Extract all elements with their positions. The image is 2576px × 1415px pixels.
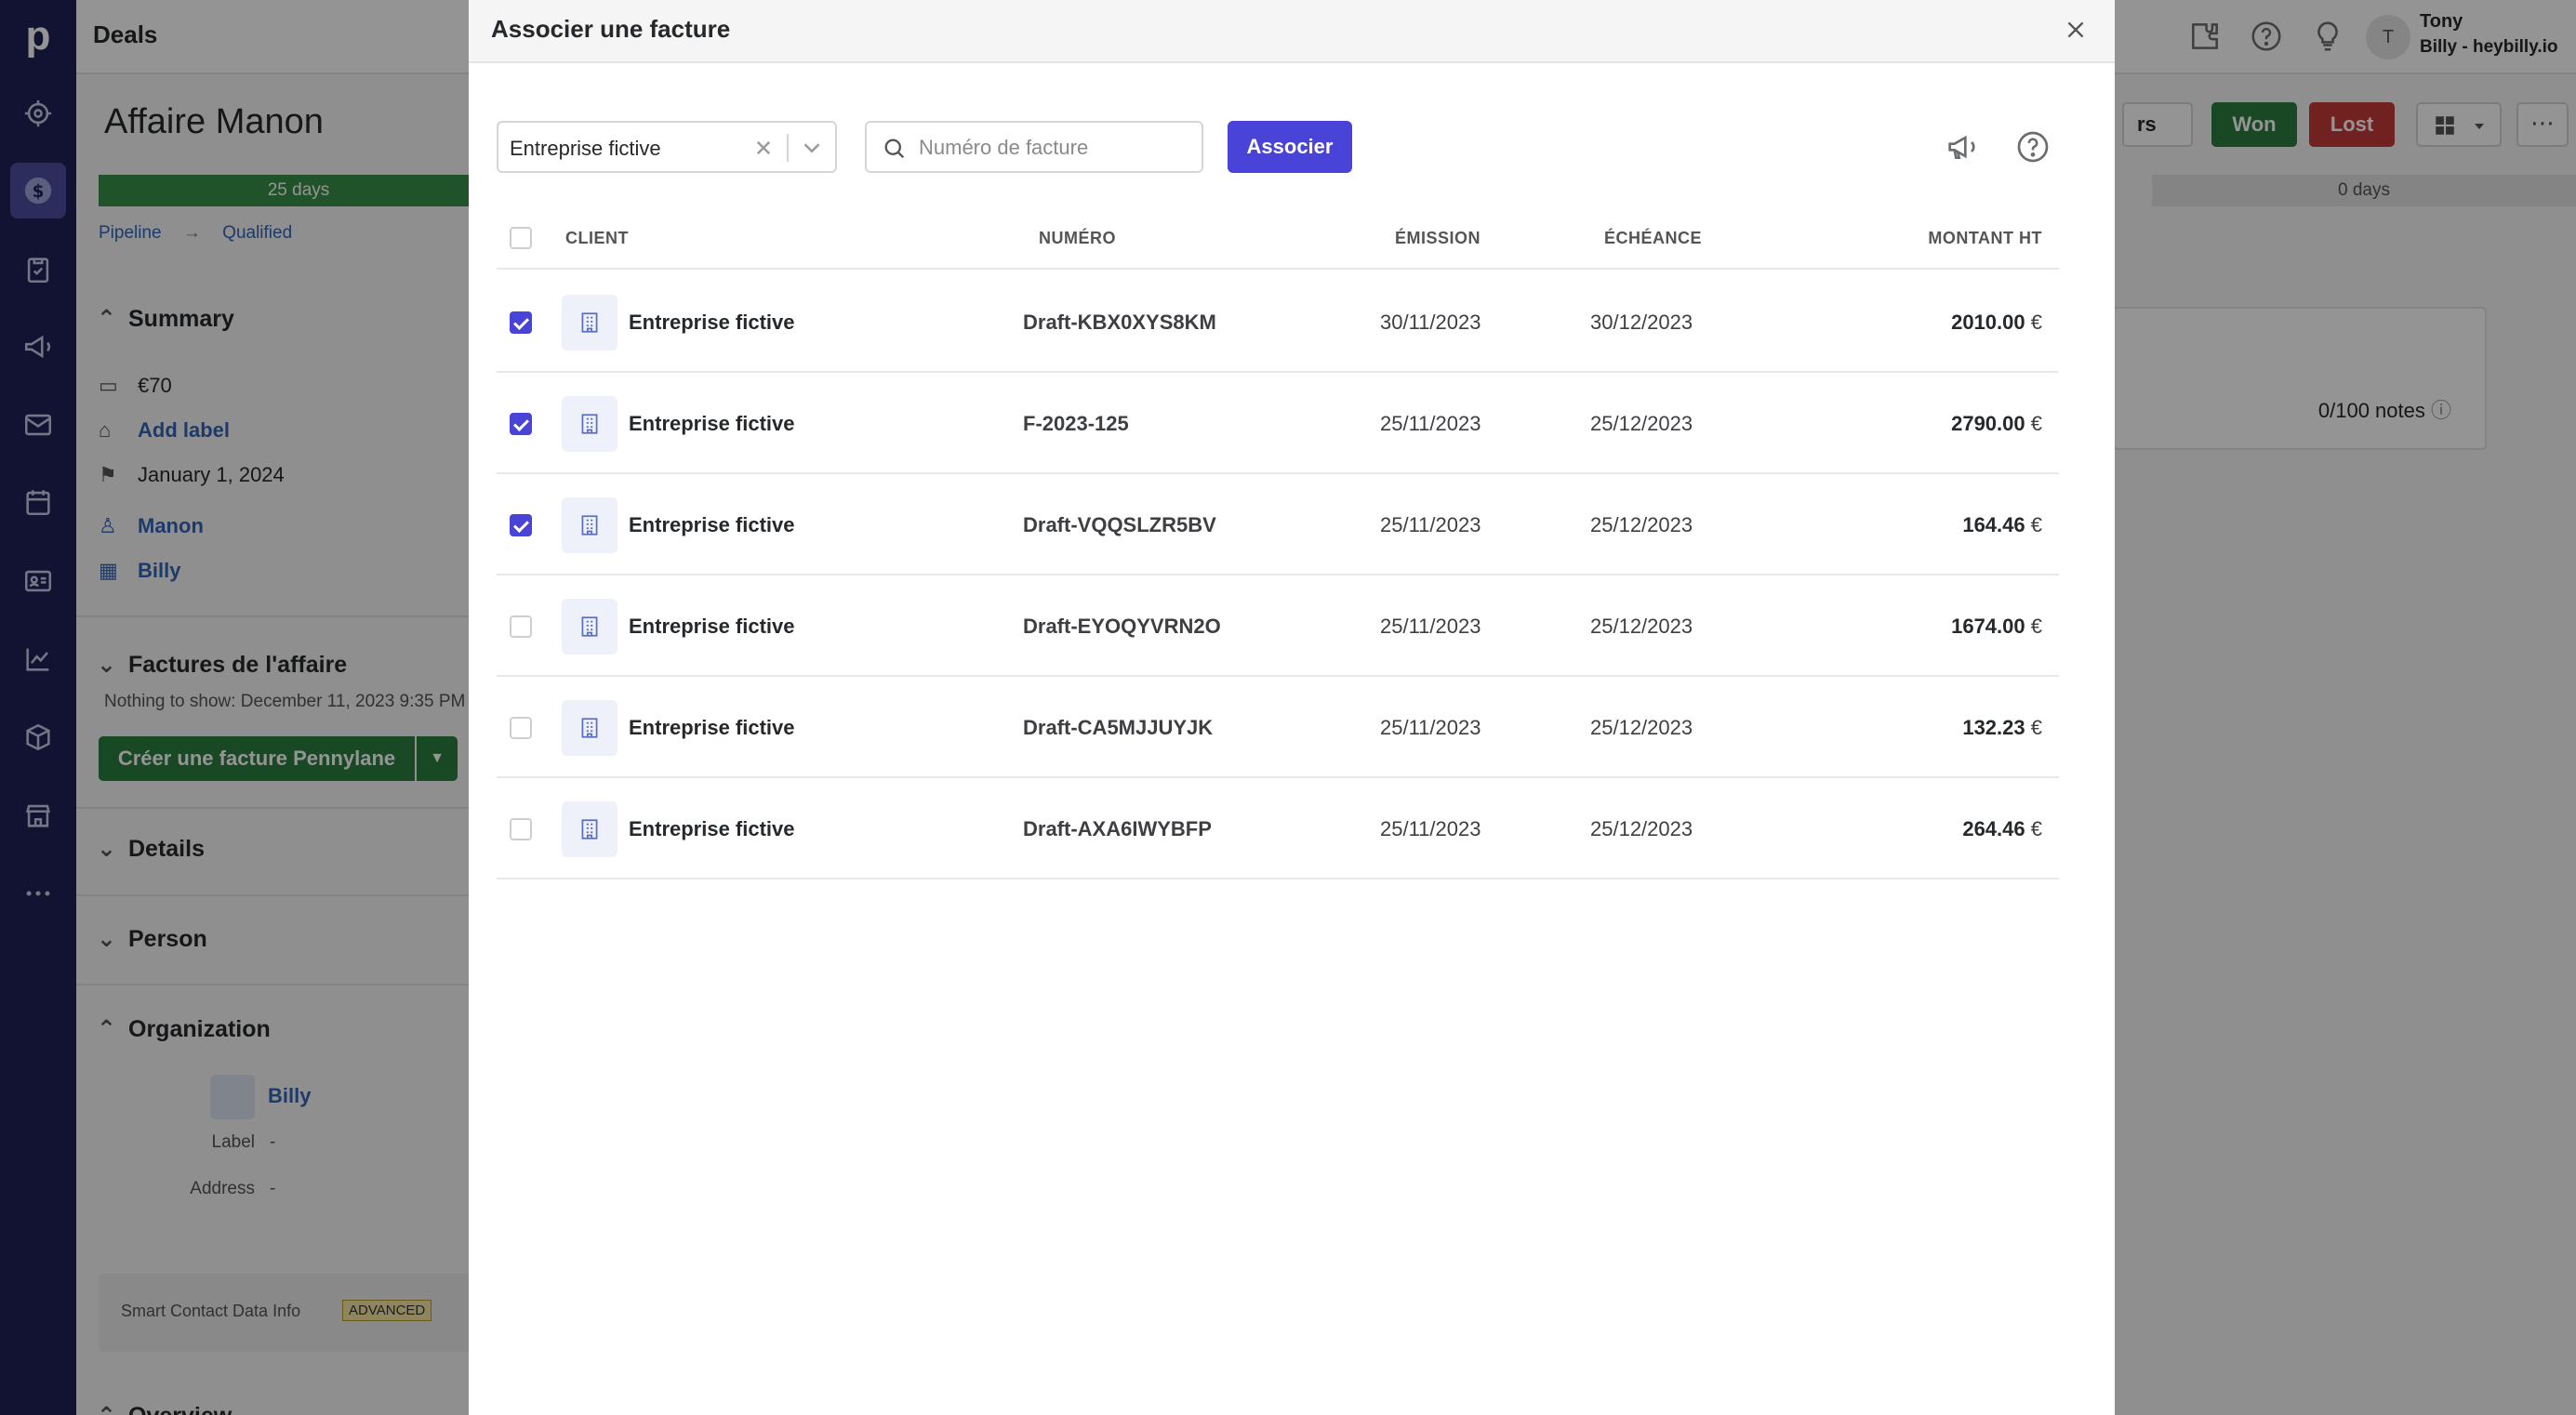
- table-header: CLIENT NUMÉRO ÉMISSION ÉCHÉANCE MONTANT …: [497, 214, 2059, 270]
- row-numero: Draft-AXA6IWYBFP: [1023, 817, 1212, 840]
- row-emission: 25/11/2023: [1380, 615, 1481, 638]
- table-row[interactable]: Entreprise fictive Draft-AXA6IWYBFP 25/1…: [497, 778, 2059, 879]
- row-echeance: 25/12/2023: [1590, 817, 1693, 840]
- modal-header: Associer une facture: [469, 0, 2115, 63]
- table-row[interactable]: Entreprise fictive Draft-VQQSLZR5BV 25/1…: [497, 474, 2059, 575]
- row-numero: Draft-CA5MJJUYJK: [1023, 716, 1214, 739]
- row-emission: 25/11/2023: [1380, 412, 1481, 435]
- row-montant: 264.46 €: [1962, 817, 2042, 840]
- help-icon[interactable]: [2014, 128, 2052, 165]
- row-montant: 2010.00 €: [1951, 311, 2042, 334]
- row-echeance: 25/12/2023: [1590, 716, 1693, 739]
- row-echeance: 25/12/2023: [1590, 615, 1693, 638]
- client-filter-select[interactable]: Entreprise fictive: [497, 121, 837, 173]
- building-icon: [562, 497, 617, 553]
- column-montant[interactable]: MONTANT HT: [1928, 229, 2042, 248]
- row-montant: 164.46 €: [1962, 513, 2042, 536]
- associate-button[interactable]: Associer: [1228, 121, 1352, 173]
- table-row[interactable]: Entreprise fictive Draft-CA5MJJUYJK 25/1…: [497, 677, 2059, 778]
- invoice-search-box: [865, 121, 1203, 173]
- row-echeance: 25/12/2023: [1590, 412, 1693, 435]
- row-numero: Draft-VQQSLZR5BV: [1023, 513, 1216, 536]
- row-checkbox[interactable]: [510, 413, 532, 435]
- modal-title: Associer une facture: [491, 15, 731, 43]
- column-client[interactable]: CLIENT: [565, 229, 629, 248]
- row-emission: 25/11/2023: [1380, 716, 1481, 739]
- row-emission: 30/11/2023: [1380, 311, 1481, 334]
- row-echeance: 30/12/2023: [1590, 311, 1693, 334]
- invoice-number-input[interactable]: [919, 132, 1188, 164]
- building-icon: [562, 396, 617, 452]
- row-client: Entreprise fictive: [629, 615, 795, 638]
- table-row[interactable]: Entreprise fictive Draft-EYOQYVRN2O 25/1…: [497, 575, 2059, 677]
- close-button[interactable]: [2059, 13, 2092, 46]
- row-client: Entreprise fictive: [629, 311, 795, 334]
- row-emission: 25/11/2023: [1380, 513, 1481, 536]
- select-all-checkbox[interactable]: [510, 227, 532, 249]
- table-row[interactable]: Entreprise fictive Draft-KBX0XYS8KM 30/1…: [497, 271, 2059, 373]
- associate-invoice-modal: Associer une facture Entreprise fictive …: [469, 0, 2115, 1415]
- row-checkbox[interactable]: [510, 514, 532, 536]
- row-client: Entreprise fictive: [629, 817, 795, 840]
- row-montant: 132.23 €: [1962, 716, 2042, 739]
- column-emission[interactable]: ÉMISSION: [1395, 229, 1481, 248]
- clear-icon[interactable]: [750, 134, 777, 162]
- table-row[interactable]: Entreprise fictive F-2023-125 25/11/2023…: [497, 373, 2059, 474]
- row-checkbox[interactable]: [510, 818, 532, 840]
- row-numero: Draft-EYOQYVRN2O: [1023, 615, 1221, 638]
- search-icon: [884, 139, 905, 159]
- column-numero[interactable]: NUMÉRO: [1039, 229, 1116, 248]
- row-checkbox[interactable]: [510, 615, 532, 638]
- building-icon: [562, 599, 617, 655]
- row-checkbox[interactable]: [510, 311, 532, 334]
- row-client: Entreprise fictive: [629, 412, 795, 435]
- select-separator: [787, 134, 789, 162]
- row-checkbox[interactable]: [510, 717, 532, 739]
- row-numero: F-2023-125: [1023, 412, 1129, 435]
- column-echeance[interactable]: ÉCHÉANCE: [1604, 229, 1702, 248]
- row-montant: 1674.00 €: [1951, 615, 2042, 638]
- client-filter-value: Entreprise fictive: [510, 137, 661, 160]
- row-numero: Draft-KBX0XYS8KM: [1023, 311, 1216, 334]
- row-echeance: 25/12/2023: [1590, 513, 1693, 536]
- chevron-down-icon[interactable]: [796, 134, 828, 162]
- building-icon: [562, 801, 617, 857]
- row-montant: 2790.00 €: [1951, 412, 2042, 435]
- building-icon: [562, 700, 617, 756]
- row-emission: 25/11/2023: [1380, 817, 1481, 840]
- building-icon: [562, 295, 617, 350]
- row-client: Entreprise fictive: [629, 513, 795, 536]
- megaphone-icon[interactable]: [1944, 128, 1981, 165]
- row-client: Entreprise fictive: [629, 716, 795, 739]
- close-icon: [2067, 21, 2084, 38]
